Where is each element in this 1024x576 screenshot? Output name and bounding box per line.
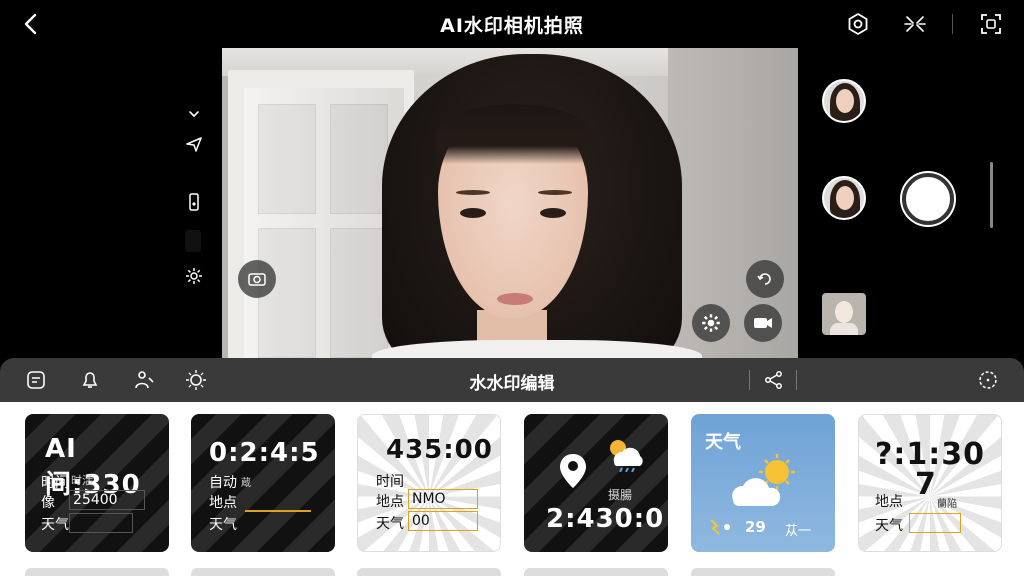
subject-brow (456, 190, 490, 195)
template-value: 00 (412, 513, 430, 529)
camera-mode-button[interactable] (238, 260, 276, 298)
template-value: 蔵 (241, 478, 251, 489)
weather-small-icon (710, 519, 730, 535)
door (244, 88, 404, 358)
rotate-button[interactable] (746, 260, 784, 298)
template-value-box (69, 513, 133, 533)
template-label: 摄腸 (608, 488, 633, 502)
door-panel (258, 104, 316, 214)
template-card-partial[interactable] (357, 568, 501, 576)
video-mode-button[interactable] (744, 304, 782, 342)
shutter-button[interactable] (902, 173, 954, 225)
template-line: 地点 (376, 494, 404, 510)
top-divider (952, 14, 953, 34)
template-value: 25400 (73, 492, 118, 508)
template-line: 自动 (209, 475, 237, 491)
settings-button[interactable] (692, 304, 730, 342)
gear-icon (702, 314, 720, 332)
template-card-partial[interactable] (524, 568, 668, 576)
template-time: 0:2:4:5 (209, 438, 320, 468)
chevron-down-icon[interactable] (184, 104, 204, 124)
template-card-partial[interactable] (691, 568, 835, 576)
editor-divider (749, 370, 750, 390)
timer-icon[interactable] (976, 368, 1000, 392)
template-line: 天气 (376, 516, 404, 532)
template-time: 435:00 (386, 435, 493, 465)
rotate-icon (757, 273, 771, 285)
template-value: 蘭陥 (937, 499, 957, 510)
sun-cloud-icon (732, 454, 795, 506)
video-camera-icon (754, 318, 772, 328)
template-line: 像 (41, 495, 55, 511)
camera-viewfinder[interactable] (222, 48, 798, 358)
subject-bangs (436, 104, 590, 164)
watermark-editor-bar: 水水印编辑 (0, 358, 1024, 402)
template-line: 天气 (875, 518, 903, 534)
template-card[interactable]: ?:1:30 7 地点 蘭陥 天气 (858, 414, 1002, 552)
template-line: 时间 (41, 475, 69, 491)
settings-hexagon-icon[interactable] (846, 12, 870, 36)
editor-divider (796, 370, 797, 390)
top-bar: AI水印相机拍照 (0, 0, 1024, 48)
thumb-face (835, 301, 853, 323)
template-value: 时活 (71, 474, 93, 487)
subject-lips (497, 293, 533, 305)
zoom-slider[interactable] (990, 162, 993, 228)
template-time-secondary: 7 (915, 467, 937, 502)
thumb-face (836, 89, 854, 113)
send-icon[interactable] (184, 134, 204, 154)
template-card-partial[interactable] (25, 568, 169, 576)
template-line: 天气 (41, 517, 69, 533)
gear-icon[interactable] (184, 266, 204, 286)
left-slot (185, 230, 201, 252)
template-time: 2:430:0 (546, 504, 665, 534)
subject-brow (538, 190, 572, 195)
template-line: 地点 (875, 494, 903, 510)
template-card[interactable]: AI间:330 时间 时活 像 25400 天气 (25, 414, 169, 552)
template-value: NMO (412, 491, 446, 507)
template-temp: 29 (745, 518, 766, 536)
watermark-templates: AI间:330 时间 时活 像 25400 天气 0:2:4:5 自动 蔵 地点… (0, 402, 1024, 576)
location-pin-icon (560, 454, 586, 488)
switch-camera-icon[interactable] (979, 12, 1003, 36)
thumb-body (830, 323, 858, 335)
gallery-thumbnail[interactable] (822, 293, 866, 335)
page-title: AI水印相机拍照 (440, 15, 584, 37)
template-line: 时间 (376, 474, 404, 490)
avatar-thumbnail[interactable] (822, 79, 866, 123)
subject-shirt (372, 340, 702, 358)
template-extra: 苁一 (785, 524, 812, 539)
template-line: 地点 (209, 495, 237, 511)
template-card-partial[interactable] (191, 568, 335, 576)
weather-icon (610, 440, 643, 472)
thumb-face (836, 186, 854, 210)
subject-eye (460, 208, 486, 218)
avatar-thumbnail[interactable] (822, 176, 866, 220)
template-card[interactable]: 摄腸 2:430:0 (524, 414, 668, 552)
template-value-box (909, 513, 961, 533)
camera-icon (248, 273, 266, 286)
template-underline (245, 510, 311, 512)
flash-off-icon[interactable] (903, 12, 927, 36)
door-panel (330, 228, 388, 358)
template-card[interactable]: 435:00 时间 地点 NMO 天气 00 (357, 414, 501, 552)
phone-icon[interactable] (184, 192, 204, 212)
door-panel (330, 104, 388, 214)
template-line: 天气 (209, 517, 237, 533)
template-card[interactable]: 0:2:4:5 自动 蔵 地点 天气 (191, 414, 335, 552)
share-icon[interactable] (762, 368, 786, 392)
subject-eye (540, 208, 566, 218)
editor-title: 水水印编辑 (469, 374, 555, 394)
template-card[interactable]: 天气 29 苁一 (691, 414, 835, 552)
